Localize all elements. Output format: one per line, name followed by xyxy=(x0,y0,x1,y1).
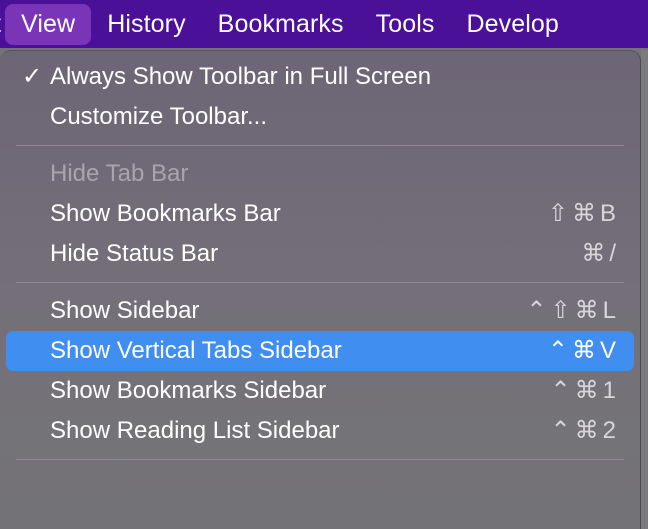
separator-spacer xyxy=(0,283,640,291)
separator-spacer xyxy=(0,137,640,145)
menu-item-show-sidebar[interactable]: Show Sidebar ⌃⇧⌘L xyxy=(6,291,634,331)
menu-item-always-show-toolbar-in-full-screen[interactable]: ✓ Always Show Toolbar in Full Screen xyxy=(6,57,634,97)
menu-item-show-bookmarks-bar[interactable]: Show Bookmarks Bar ⇧⌘B xyxy=(6,194,634,234)
menu-item-label: Customize Toolbar... xyxy=(50,103,267,130)
menubar-item-bookmarks[interactable]: Bookmarks xyxy=(202,4,360,45)
menu-item-hide-tab-bar: Hide Tab Bar xyxy=(6,154,634,194)
menubar-item-develop[interactable]: Develop xyxy=(450,4,574,45)
menu-item-shortcut: ⇧⌘B xyxy=(547,200,620,227)
menu-item-label: Hide Tab Bar xyxy=(50,160,189,187)
menu-item-label: Always Show Toolbar in Full Screen xyxy=(50,63,432,90)
menu-item-customize-toolbar[interactable]: Customize Toolbar... xyxy=(6,97,634,137)
checkmark-icon: ✓ xyxy=(22,63,43,90)
menu-item-shortcut: ⌃⇧⌘L xyxy=(526,297,620,324)
separator-spacer xyxy=(0,460,640,468)
menu-item-label: Show Sidebar xyxy=(50,297,200,324)
menu-item-show-bookmarks-sidebar[interactable]: Show Bookmarks Sidebar ⌃⌘1 xyxy=(6,371,634,411)
menu-item-show-vertical-tabs-sidebar[interactable]: Show Vertical Tabs Sidebar ⌃⌘V xyxy=(6,331,634,371)
view-menu-dropdown: ✓ Always Show Toolbar in Full Screen Custo… xyxy=(0,50,641,529)
menu-item-shortcut: ⌃⌘V xyxy=(547,337,620,364)
menu-item-shortcut: ⌘/ xyxy=(581,240,620,267)
menubar-item-tools[interactable]: Tools xyxy=(360,4,451,45)
menu-item-show-reading-list-sidebar[interactable]: Show Reading List Sidebar ⌃⌘2 xyxy=(6,411,634,451)
menubar-item-view[interactable]: View xyxy=(5,3,92,45)
separator-spacer xyxy=(0,451,640,459)
menu-bar: tViewHistoryBookmarksToolsDevelop xyxy=(0,0,648,48)
menu-item-label: Hide Status Bar xyxy=(50,240,219,267)
menu-panel-edge xyxy=(641,50,648,529)
separator-spacer xyxy=(0,146,640,154)
menubar-item-history[interactable]: History xyxy=(91,4,201,45)
menu-item-hide-status-bar[interactable]: Hide Status Bar ⌘/ xyxy=(6,234,634,274)
menu-item-label: Show Reading List Sidebar xyxy=(50,417,340,444)
menu-item-shortcut: ⌃⌘2 xyxy=(550,417,620,444)
menu-item-label: Show Bookmarks Sidebar xyxy=(50,377,327,404)
menu-item-label: Show Bookmarks Bar xyxy=(50,200,281,227)
menu-item-shortcut: ⌃⌘1 xyxy=(550,377,620,404)
separator-spacer xyxy=(0,274,640,282)
menu-item-label: Show Vertical Tabs Sidebar xyxy=(50,337,342,364)
